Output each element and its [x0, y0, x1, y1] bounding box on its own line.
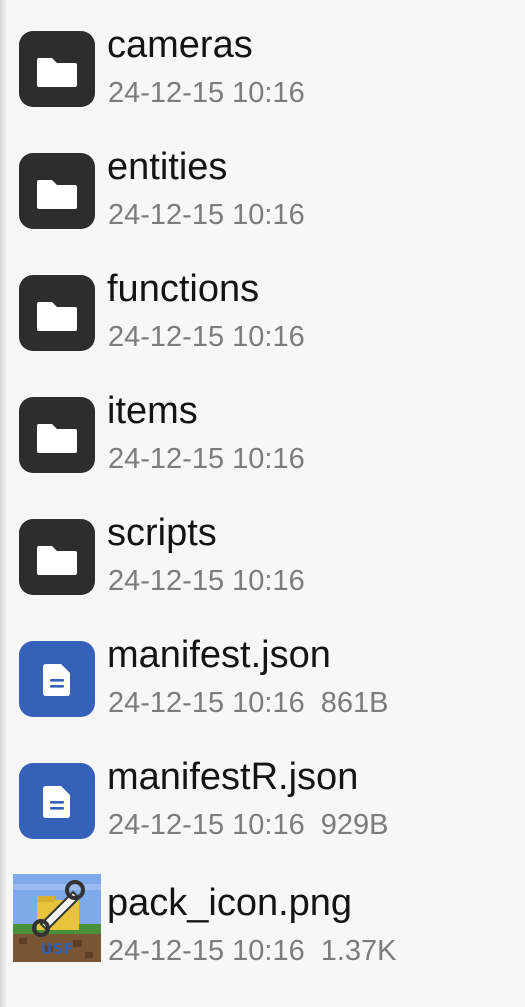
file-meta: 24-12-15 10:16 — [108, 320, 305, 354]
folder-icon — [19, 31, 95, 107]
file-row-items[interactable]: items 24-12-15 10:16 — [0, 366, 525, 484]
document-icon — [19, 641, 95, 717]
file-date: 24-12-15 10:16 — [108, 565, 305, 597]
file-name: manifestR.json — [107, 756, 359, 798]
folder-icon — [19, 519, 95, 595]
file-row-entities[interactable]: entities 24-12-15 10:16 — [0, 122, 525, 240]
document-icon — [19, 763, 95, 839]
file-date: 24-12-15 10:16 — [108, 809, 305, 841]
file-name: manifest.json — [107, 634, 331, 676]
thumbnail-text: USF — [40, 940, 73, 958]
file-meta: 24-12-15 10:16 929B — [108, 808, 388, 842]
file-meta: 24-12-15 10:16 861B — [108, 686, 388, 720]
file-date: 24-12-15 10:16 — [108, 687, 305, 719]
file-meta: 24-12-15 10:16 — [108, 442, 305, 476]
file-row-pack-icon-png[interactable]: USF pack_icon.png 24-12-15 10:16 1.37K — [0, 856, 525, 974]
file-date: 24-12-15 10:16 — [108, 77, 305, 109]
folder-icon — [19, 397, 95, 473]
file-meta: 24-12-15 10:16 — [108, 76, 305, 110]
file-row-manifest-json[interactable]: manifest.json 24-12-15 10:16 861B — [0, 610, 525, 728]
file-meta: 24-12-15 10:16 — [108, 564, 305, 598]
file-row-cameras[interactable]: cameras 24-12-15 10:16 — [0, 0, 525, 118]
file-date: 24-12-15 10:16 — [108, 199, 305, 231]
file-name: functions — [107, 268, 260, 310]
file-size: 1.37K — [320, 935, 397, 967]
file-size: 861B — [320, 687, 389, 719]
file-date: 24-12-15 10:16 — [108, 443, 305, 475]
file-meta: 24-12-15 10:16 — [108, 198, 305, 232]
file-name: pack_icon.png — [107, 882, 353, 924]
file-row-manifestr-json[interactable]: manifestR.json 24-12-15 10:16 929B — [0, 732, 525, 850]
file-name: cameras — [107, 24, 253, 66]
file-size: 929B — [320, 809, 389, 841]
folder-icon — [19, 275, 95, 351]
file-name: scripts — [107, 512, 217, 554]
file-row-scripts[interactable]: scripts 24-12-15 10:16 — [0, 488, 525, 606]
file-meta: 24-12-15 10:16 1.37K — [108, 934, 397, 968]
file-list: cameras 24-12-15 10:16 entities 24-12-15… — [0, 0, 525, 1007]
file-name: items — [107, 390, 198, 432]
folder-icon — [19, 153, 95, 229]
image-thumbnail: USF — [13, 874, 101, 962]
file-date: 24-12-15 10:16 — [108, 321, 305, 353]
file-name: entities — [107, 146, 228, 188]
file-date: 24-12-15 10:16 — [108, 935, 305, 967]
file-row-functions[interactable]: functions 24-12-15 10:16 — [0, 244, 525, 362]
